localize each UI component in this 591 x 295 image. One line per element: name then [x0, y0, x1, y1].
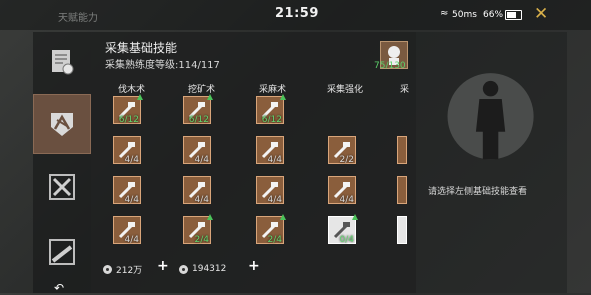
crafting-emblem-icon	[51, 113, 73, 136]
currency-coins: 212万	[103, 261, 142, 277]
wifi-icon: ≈	[440, 8, 449, 19]
skill-slot[interactable]: 4/4	[183, 136, 211, 165]
skill-slot[interactable]: 6/12	[256, 94, 286, 125]
top-bar: 天赋能力 21:59 ≈ 50ms 66% ✕	[0, 0, 591, 30]
upgrade-arrow-icon	[280, 94, 286, 100]
tab-tools[interactable]	[33, 157, 91, 217]
upgrade-arrow-icon	[207, 214, 213, 220]
skill-slot[interactable]: 2/4	[256, 214, 286, 245]
currency-gems: 194312	[179, 261, 226, 277]
skill-slot[interactable]: 4/4	[113, 176, 141, 205]
crossed-tools-icon	[49, 174, 75, 200]
skill-slot[interactable]: 4/4	[328, 176, 356, 205]
clock: 21:59	[275, 6, 319, 21]
panel-title: 采集基础技能	[105, 41, 178, 55]
skill-level: 6/12	[118, 115, 139, 125]
column-header: 采	[400, 85, 410, 95]
detail-panel: 请选择左侧基础技能查看	[416, 32, 567, 293]
skill-slot[interactable]: 0/4	[328, 214, 358, 245]
gem-amount: 194312	[192, 264, 227, 274]
tab-weapons[interactable]	[33, 222, 91, 282]
skill-slot[interactable]: 4/4	[183, 176, 211, 205]
survivor-silhouette-icon	[447, 73, 534, 160]
skill-level: 4/4	[124, 235, 139, 245]
coin-amount: 212万	[116, 265, 143, 276]
coin-icon	[103, 264, 112, 274]
upgrade-arrow-icon	[137, 94, 143, 100]
skill-level: 4/4	[194, 155, 209, 165]
skill-level: 4/4	[267, 195, 282, 205]
skill-level: 2/4	[267, 235, 282, 245]
skill-level: 4/4	[194, 195, 209, 205]
gem-icon	[179, 264, 188, 274]
skill-level: 4/4	[124, 195, 139, 205]
skill-level: 6/12	[188, 115, 209, 125]
add-coins-button[interactable]: +	[157, 258, 169, 274]
battery-icon	[505, 10, 522, 20]
skill-level: 4/4	[267, 155, 282, 165]
skill-level: 0/4	[339, 235, 354, 245]
category-sidebar	[33, 32, 91, 293]
skill-slot[interactable]	[397, 216, 407, 244]
skill-slot[interactable]: 4/4	[256, 176, 284, 205]
skill-level: 4/4	[339, 195, 354, 205]
tab-gathering[interactable]	[33, 94, 91, 154]
skills-panel: 采集基础技能 采集熟练度等级:114/117 75/130 伐木术 挖矿术 采麻…	[91, 32, 416, 293]
upgrade-arrow-icon	[280, 214, 286, 220]
certificate-icon	[52, 50, 74, 75]
upgrade-arrow-icon	[352, 214, 358, 220]
skill-level: 2/2	[339, 155, 354, 165]
skill-level: 2/4	[194, 235, 209, 245]
battery-text: 66%	[483, 10, 504, 20]
window-title: 天赋能力	[58, 13, 98, 24]
add-gems-button[interactable]: +	[248, 258, 260, 274]
skill-level: 6/12	[261, 115, 282, 125]
skill-slot[interactable]: 4/4	[113, 136, 141, 165]
close-icon[interactable]: ✕	[534, 4, 548, 24]
skill-slot[interactable]: 4/4	[113, 216, 141, 245]
column-header: 采集强化	[327, 85, 364, 95]
skill-slot[interactable]: 2/2	[328, 136, 356, 165]
tab-certificate[interactable]	[33, 32, 91, 92]
proficiency-level: 采集熟练度等级:114/117	[105, 60, 220, 71]
skill-slot[interactable]: 6/12	[183, 94, 213, 125]
skill-slot[interactable]: 6/12	[113, 94, 143, 125]
skill-level: 4/4	[124, 155, 139, 165]
ping-text: 50ms	[452, 10, 477, 20]
weapon-icon	[49, 239, 75, 265]
skill-point-progress: 75/130	[374, 61, 406, 71]
skill-slot[interactable]	[397, 136, 407, 164]
skill-slot[interactable]: 4/4	[256, 136, 284, 165]
skill-slot[interactable]: 2/4	[183, 214, 213, 245]
upgrade-arrow-icon	[207, 94, 213, 100]
selection-hint: 请选择左侧基础技能查看	[428, 187, 528, 197]
skill-slot[interactable]	[397, 176, 407, 204]
